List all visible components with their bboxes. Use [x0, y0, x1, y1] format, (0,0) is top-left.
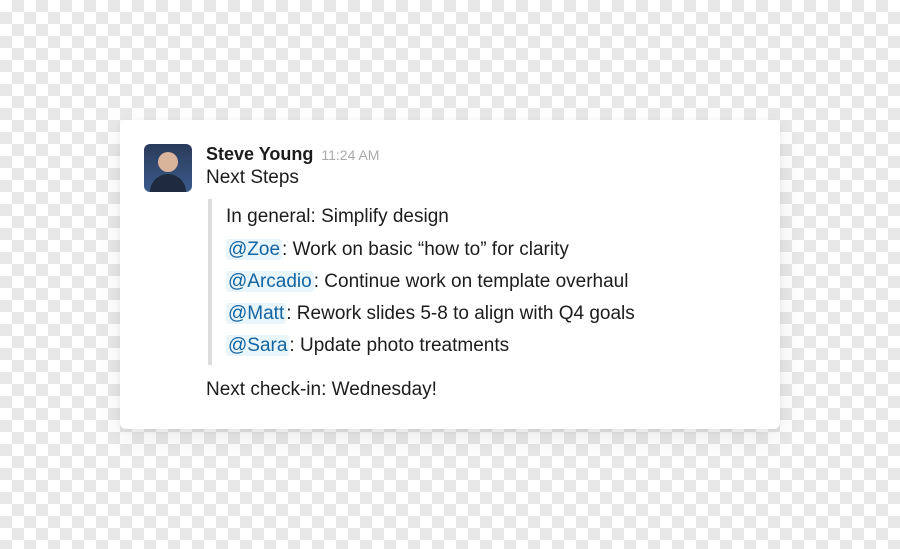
mention-link[interactable]: @Matt [226, 303, 286, 324]
message-blockquote: In general: Simplify design @Zoe: Work o… [208, 199, 752, 364]
task-line: @Matt: Rework slides 5-8 to align with Q… [226, 298, 752, 330]
task-text: : Rework slides 5-8 to align with Q4 goa… [286, 303, 635, 324]
task-line: @Arcadio: Continue work on template over… [226, 266, 752, 298]
message-content: Steve Young 11:24 AM Next Steps In gener… [206, 144, 752, 400]
message-header: Steve Young 11:24 AM [206, 144, 752, 165]
mention-link[interactable]: @Zoe [226, 239, 282, 260]
mention-link[interactable]: @Sara [226, 335, 289, 356]
task-text: : Work on basic “how to” for clarity [282, 239, 569, 260]
mention-link[interactable]: @Arcadio [226, 271, 314, 292]
avatar[interactable] [144, 144, 192, 192]
task-line: @Sara: Update photo treatments [226, 330, 752, 362]
message-footer: Next check-in: Wednesday! [206, 379, 752, 401]
intro-line: In general: Simplify design [226, 201, 752, 233]
author-name[interactable]: Steve Young [206, 144, 313, 165]
timestamp[interactable]: 11:24 AM [321, 147, 379, 163]
task-line: @Zoe: Work on basic “how to” for clarity [226, 234, 752, 266]
task-text: : Update photo treatments [289, 335, 509, 356]
task-text: : Continue work on template overhaul [314, 271, 629, 292]
message-card: Steve Young 11:24 AM Next Steps In gener… [120, 120, 780, 428]
message-title: Next Steps [206, 167, 752, 189]
